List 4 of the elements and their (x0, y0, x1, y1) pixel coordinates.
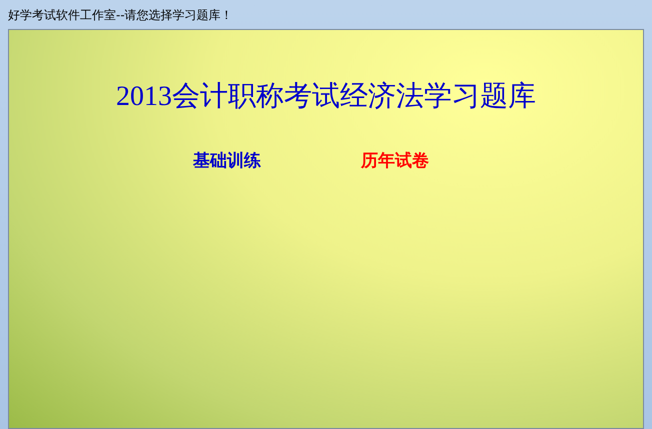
section-link[interactable]: 历年试卷 (361, 148, 429, 174)
section-link[interactable]: 基础训练 (193, 148, 261, 174)
page-heading: 2013会计职称考试经济法学习题库 (116, 80, 536, 114)
window-title: 好学考试软件工作室--请您选择学习题库！ (8, 6, 233, 24)
